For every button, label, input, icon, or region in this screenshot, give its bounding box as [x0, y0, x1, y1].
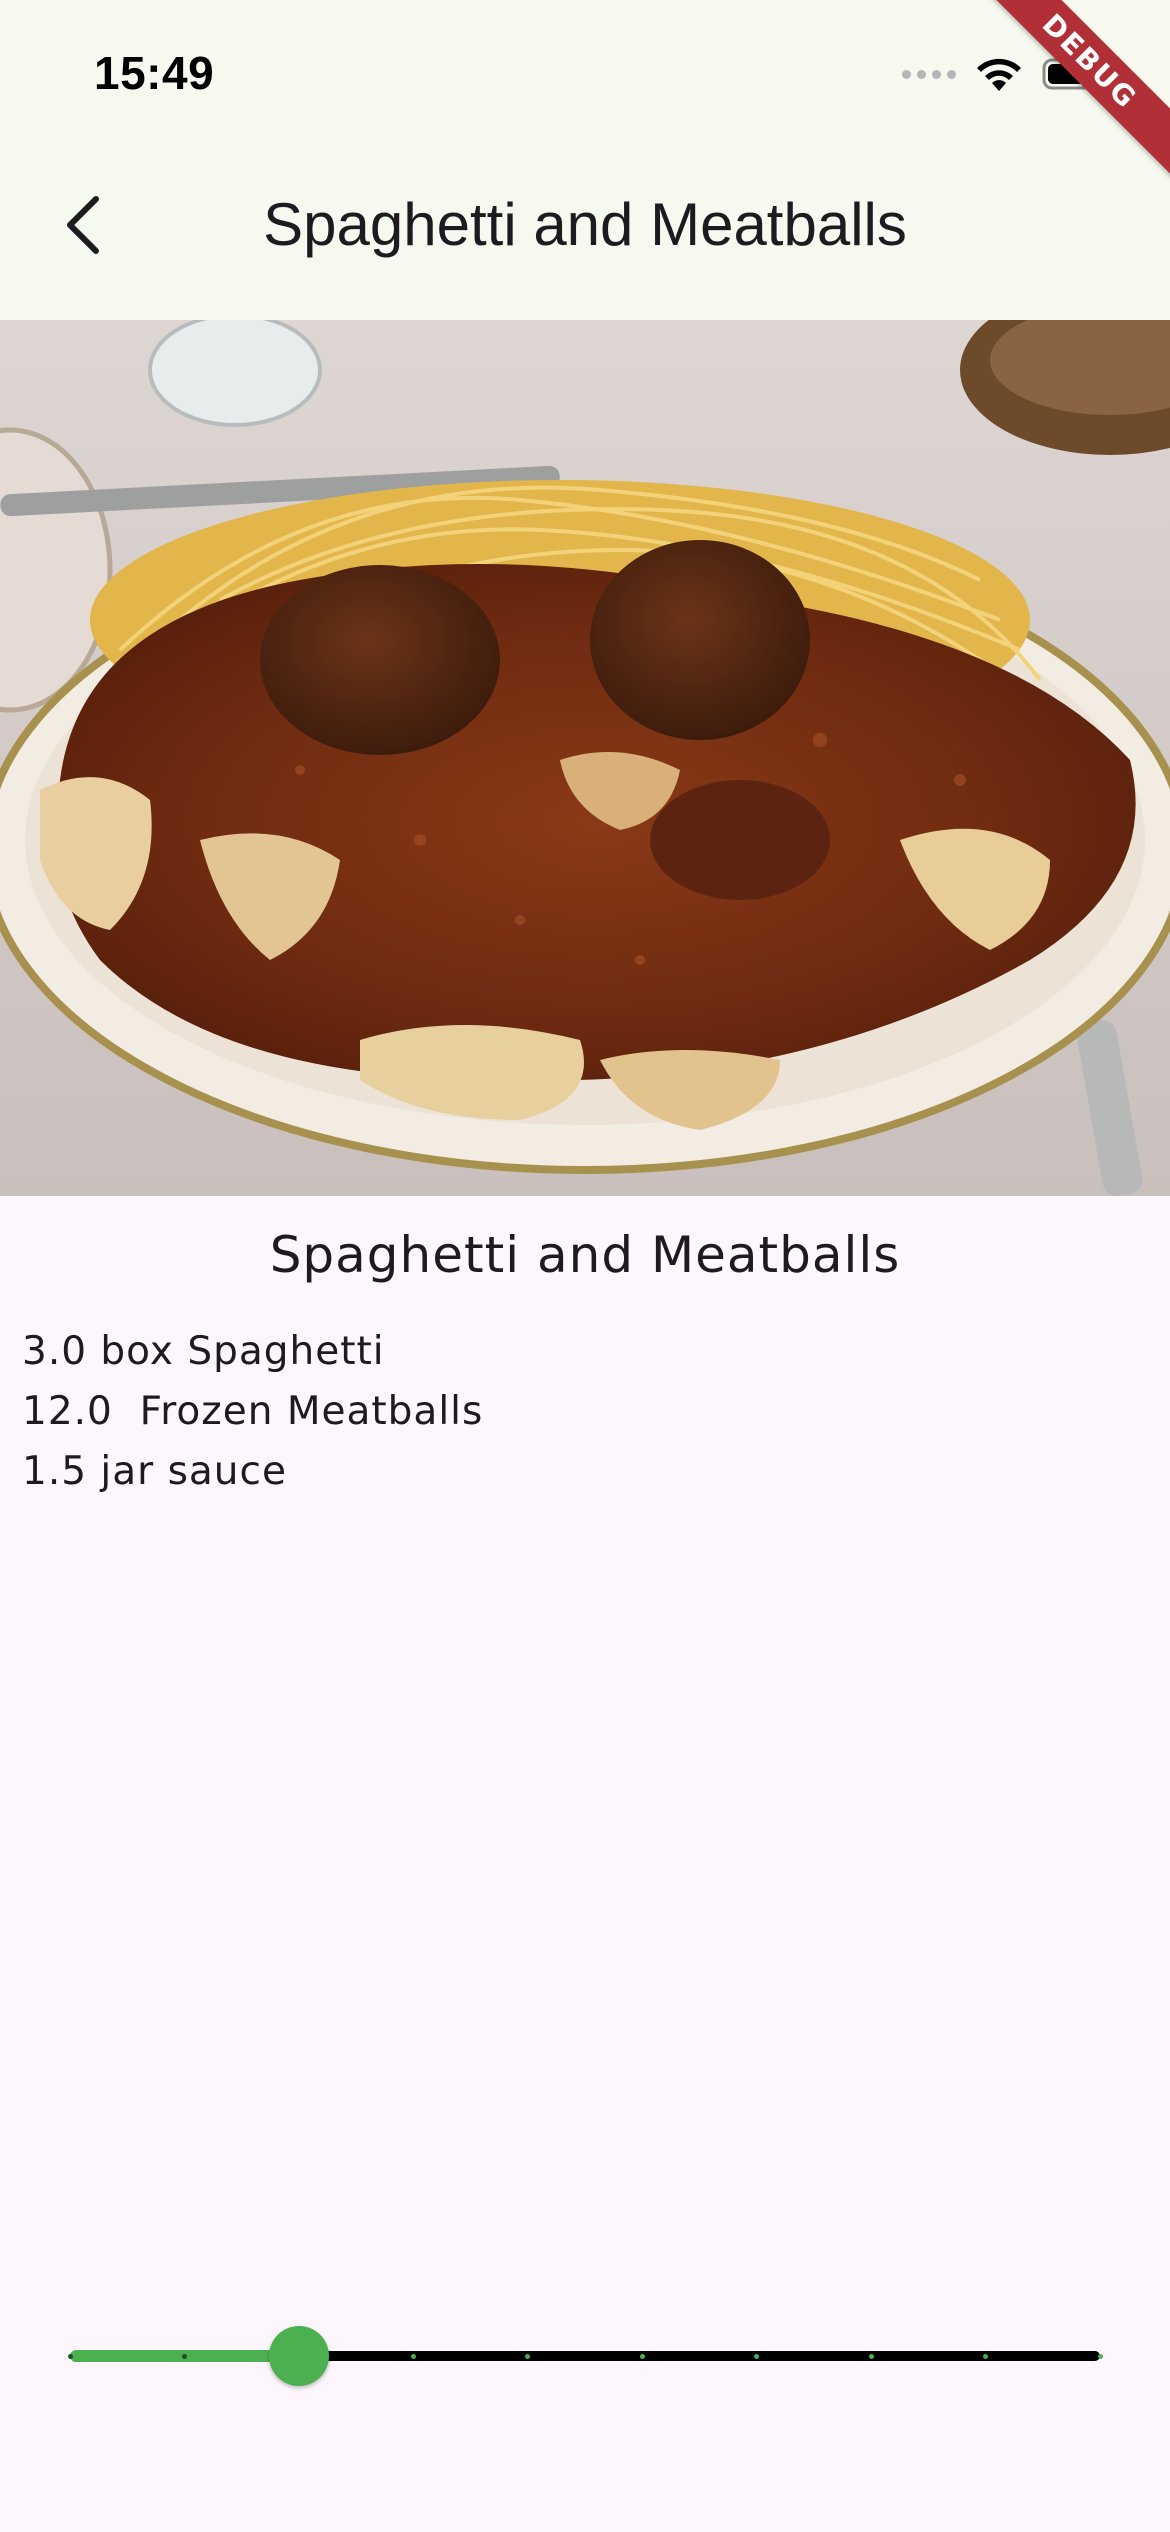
app-root: 15:49 Spaghetti and Meatballs DEBUG Spag… — [0, 0, 1170, 2532]
slider-tick — [1097, 2354, 1103, 2359]
ingredient-item: 12.0 Frozen Meatballs — [22, 1389, 484, 1434]
slider-tick — [410, 2354, 416, 2359]
status-time: 15:49 — [94, 47, 215, 99]
slider-tick — [67, 2354, 73, 2359]
recipe-title: Spaghetti and Meatballs — [269, 1226, 901, 1284]
ingredient-item: 1.5 jar sauce — [22, 1449, 287, 1494]
cellular-signal-icon — [902, 69, 956, 79]
wifi-icon — [974, 55, 1024, 93]
slider-tick — [181, 2354, 187, 2359]
ingredient-item: 3.0 box Spaghetti — [22, 1329, 385, 1374]
slider-tick — [868, 2354, 874, 2359]
slider-thumb[interactable] — [268, 2326, 329, 2386]
recipe-image — [0, 320, 1170, 1196]
slider-tick — [639, 2354, 645, 2359]
app-bar: 15:49 Spaghetti and Meatballs — [0, 0, 1170, 320]
ingredient-list: 3.0 box Spaghetti 12.0 Frozen Meatballs … — [22, 1322, 483, 1502]
page-title: Spaghetti and Meatballs — [263, 191, 907, 258]
servings-slider[interactable] — [67, 2320, 1103, 2392]
